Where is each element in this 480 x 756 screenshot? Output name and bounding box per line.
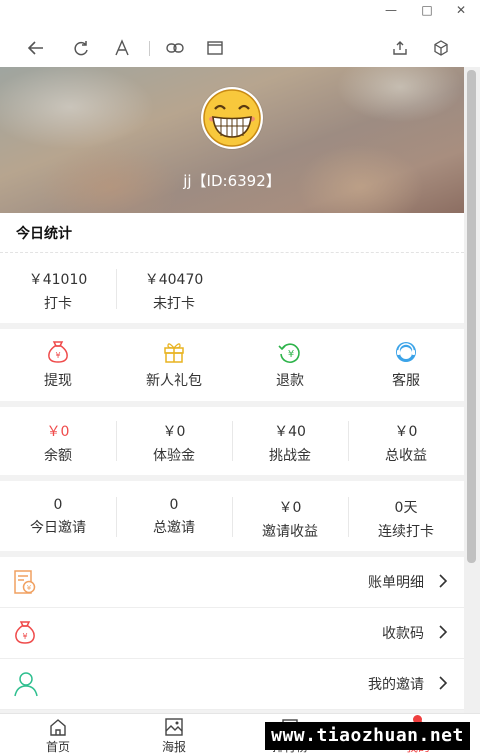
action-withdraw[interactable]: ¥ 提现 [0,339,116,390]
menu-item-payment-code[interactable]: ¥ 收款码 [0,608,464,659]
invite-value: 0 [53,497,63,513]
action-label: 客服 [392,373,420,389]
browser-toolbar [0,30,480,66]
refund-icon: ¥ [278,343,300,363]
chevron-right-icon [439,574,448,588]
balance-value: ￥0 [162,424,186,440]
action-label: 提现 [44,373,72,389]
page-content: jj【ID:6392】 今日统计 ￥41010 打卡 ￥40470 未打卡 ¥ … [0,67,464,713]
balance-label: 挑战金 [269,448,311,464]
cube-icon[interactable] [429,36,453,60]
action-label: 退款 [276,373,304,389]
stat-label: 打卡 [44,296,72,312]
invite-label: 今日邀请 [30,520,86,536]
invite-value: ￥0 [278,500,302,516]
svg-text:¥: ¥ [55,351,60,360]
section-title: 今日统计 [16,226,72,242]
nav-label: 首页 [45,740,70,754]
gift-icon [164,343,184,363]
poster-icon [165,718,183,736]
balance-available[interactable]: ￥0 余额 [0,421,116,465]
menu-label: 我的邀请 [368,677,424,693]
balance-total-earnings[interactable]: ￥0 总收益 [348,421,464,465]
dashed-divider [0,252,464,253]
menu-item-my-invites[interactable]: 我的邀请 [0,659,464,710]
balance-value: ￥0 [394,424,418,440]
user-name-id: jj【ID:6392】 [183,172,281,190]
money-bag-icon: ¥ [15,621,35,644]
window-icon[interactable] [203,36,227,60]
back-arrow-icon[interactable] [24,36,48,60]
invite-today[interactable]: 0 今日邀请 [0,497,116,537]
balance-trial-fund[interactable]: ￥0 体验金 [116,421,232,465]
watermark: www.tiaozhuan.net [265,722,470,750]
avatar[interactable] [201,87,263,149]
window-titlebar: — □ ✕ [0,0,480,22]
invite-earnings[interactable]: ￥0 邀请收益 [232,497,348,541]
profile-banner: jj【ID:6392】 [0,67,464,213]
invite-label: 总邀请 [153,520,195,536]
invite-value: 0 [169,497,179,513]
close-window-button[interactable]: ✕ [450,2,472,18]
action-customer-service[interactable]: 客服 [348,339,464,390]
checkin-streak[interactable]: 0天 连续打卡 [348,497,464,541]
money-bag-icon: ¥ [48,341,68,363]
maximize-button[interactable]: □ [416,2,438,18]
menu-label: 收款码 [382,626,424,642]
nav-home[interactable]: 首页 [28,717,88,755]
balance-label: 体验金 [153,448,195,464]
stat-checked-in: ￥41010 打卡 [0,269,116,313]
menu-label: 账单明细 [368,575,424,591]
stat-label: 未打卡 [153,296,195,312]
scrollbar-thumb[interactable] [467,70,476,563]
balance-challenge-fund[interactable]: ￥40 挑战金 [232,421,348,465]
actions-card: ¥ 提现 新人礼包 ¥ 退款 客服 [0,329,464,401]
menu-item-bill-details[interactable]: ¥ 账单明细 [0,557,464,608]
customer-service-icon [396,342,416,362]
balance-value: ￥0 [46,424,70,440]
link-icon[interactable] [163,36,187,60]
grinning-face-icon [203,89,261,147]
nav-label: 海报 [161,740,186,754]
share-icon[interactable] [388,36,412,60]
nav-poster[interactable]: 海报 [144,717,204,755]
balance-label: 总收益 [385,448,427,464]
action-new-user-gift[interactable]: 新人礼包 [116,339,232,390]
user-icon [14,672,38,697]
balance-value: ￥40 [274,424,306,440]
balances-card: ￥0 余额 ￥0 体验金 ￥40 挑战金 ￥0 总收益 [0,407,464,475]
invite-value: 0天 [394,500,418,516]
today-stats-card: 今日统计 ￥41010 打卡 ￥40470 未打卡 [0,213,464,323]
bill-icon: ¥ [14,570,36,594]
home-icon [50,719,66,736]
invite-total[interactable]: 0 总邀请 [116,497,232,537]
action-refund[interactable]: ¥ 退款 [232,339,348,390]
stat-value: ￥40470 [144,272,204,288]
svg-text:¥: ¥ [288,349,294,360]
toolbar-divider [149,41,150,56]
font-icon[interactable] [110,36,134,60]
stat-not-checked-in: ￥40470 未打卡 [116,269,232,313]
invite-label: 邀请收益 [262,524,318,540]
refresh-icon[interactable] [69,36,93,60]
chevron-right-icon [439,625,448,639]
svg-text:¥: ¥ [22,632,27,641]
stat-value: ￥41010 [28,272,88,288]
chevron-right-icon [439,676,448,690]
svg-text:¥: ¥ [27,584,32,592]
invites-card: 0 今日邀请 0 总邀请 ￥0 邀请收益 0天 连续打卡 [0,481,464,551]
minimize-button[interactable]: — [380,2,402,18]
action-label: 新人礼包 [146,373,202,389]
balance-label: 余额 [44,448,72,464]
invite-label: 连续打卡 [378,524,434,540]
